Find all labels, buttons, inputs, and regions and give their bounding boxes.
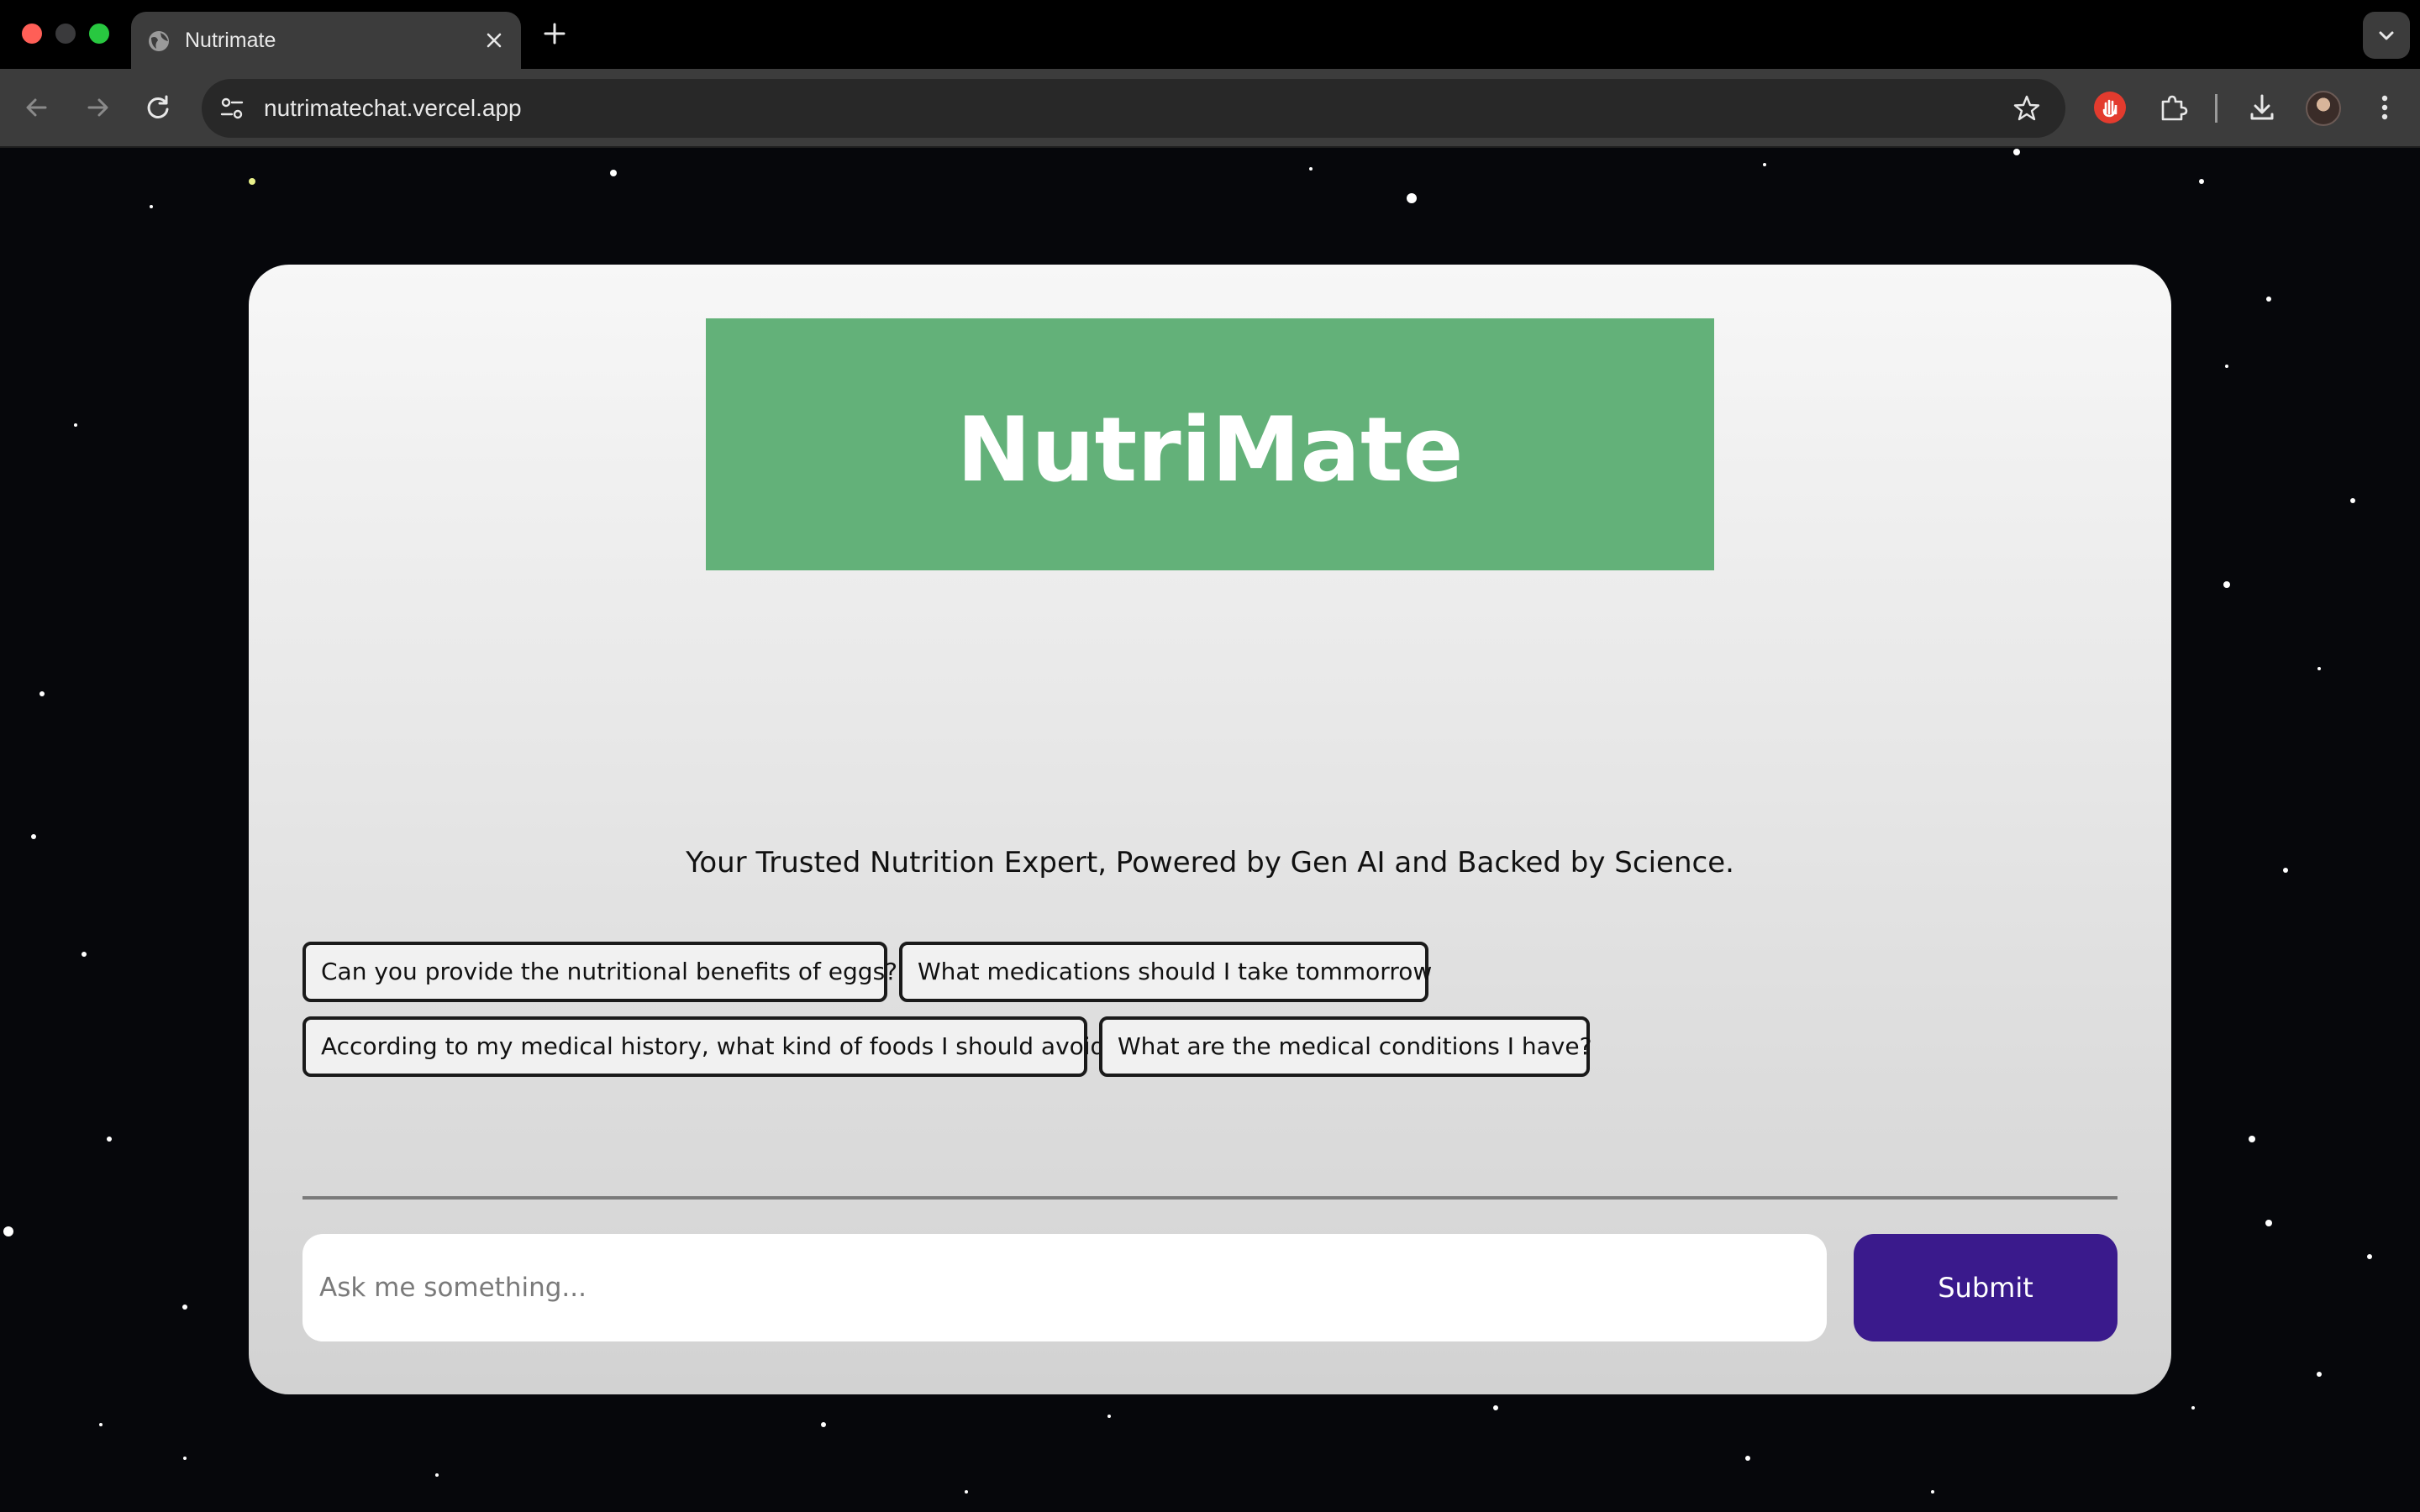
address-bar[interactable]: nutrimatechat.vercel.app — [202, 79, 2065, 138]
browser-tab[interactable]: Nutrimate — [131, 12, 521, 69]
bookmark-star-icon[interactable] — [2012, 93, 2042, 123]
suggestion-button[interactable]: Can you provide the nutritional benefits… — [302, 942, 897, 1002]
close-window-button[interactable] — [22, 24, 42, 44]
chevron-down-icon — [2379, 31, 2394, 40]
logo-banner: NutriMate — [706, 318, 1714, 570]
browser-tab-bar: Nutrimate — [0, 0, 2420, 69]
minimize-window-button[interactable] — [55, 24, 76, 44]
page-viewport: NutriMate Your Trusted Nutrition Expert,… — [0, 148, 2420, 1512]
tagline: Your Trusted Nutrition Expert, Powered b… — [686, 846, 1734, 879]
tab-search-button[interactable] — [2363, 12, 2410, 59]
maximize-window-button[interactable] — [89, 24, 109, 44]
suggestion-button[interactable]: What medications should I take tommorrow — [899, 942, 1432, 1002]
logo-text: NutriMate — [956, 397, 1464, 501]
site-info-icon[interactable] — [217, 93, 247, 123]
url-text: nutrimatechat.vercel.app — [264, 95, 522, 121]
chat-card: NutriMate Your Trusted Nutrition Expert,… — [249, 265, 2171, 1394]
extensions-puzzle-icon[interactable] — [2156, 92, 2188, 123]
back-arrow-icon[interactable] — [20, 91, 54, 124]
profile-avatar[interactable] — [2306, 91, 2341, 126]
tab-title: Nutrimate — [185, 29, 276, 52]
new-tab-icon[interactable] — [541, 20, 568, 47]
submit-button[interactable]: Submit — [1854, 1234, 2118, 1341]
download-icon[interactable] — [2245, 91, 2279, 124]
close-tab-icon[interactable] — [482, 29, 506, 52]
suggestion-button[interactable]: According to my medical history, what ki… — [302, 1016, 1105, 1077]
globe-icon — [149, 31, 169, 51]
more-menu-icon[interactable] — [2368, 91, 2402, 124]
suggestion-button[interactable]: What are the medical conditions I have? — [1099, 1016, 1591, 1077]
ask-input[interactable] — [302, 1234, 1827, 1341]
forward-arrow-icon[interactable] — [81, 91, 114, 124]
reload-icon[interactable] — [141, 91, 175, 124]
divider — [302, 1196, 2118, 1200]
toolbar-separator — [2215, 94, 2217, 123]
browser-toolbar: nutrimatechat.vercel.app — [0, 69, 2420, 148]
extension-stop-icon[interactable] — [2094, 92, 2126, 123]
